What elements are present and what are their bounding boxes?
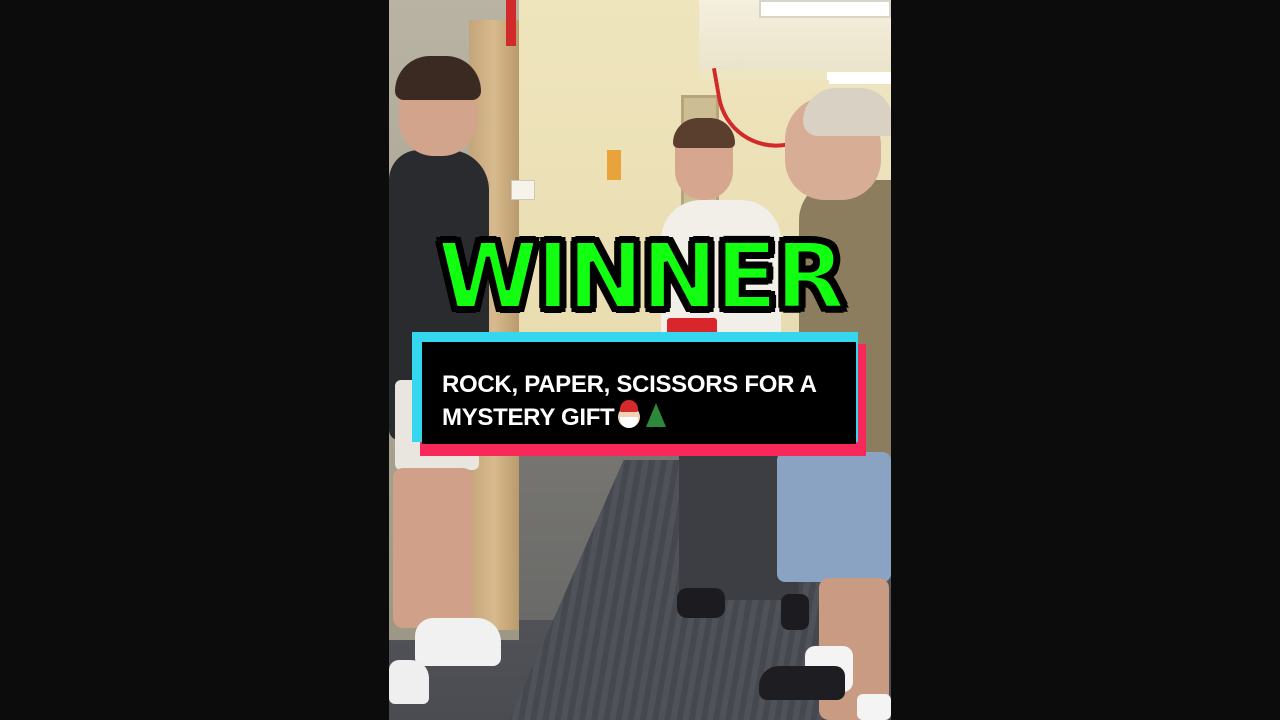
sock [857, 694, 891, 720]
person-left-legs [393, 468, 473, 628]
sock [781, 594, 809, 630]
ceiling-light [759, 0, 891, 18]
winner-headline: WINNER [435, 221, 847, 332]
caption-overlay: ROCK, PAPER, SCISSORS FOR A MYSTERY GIFT [412, 332, 866, 456]
ceiling-light [827, 72, 891, 84]
santa-icon [618, 400, 641, 428]
caption-box: ROCK, PAPER, SCISSORS FOR A MYSTERY GIFT [422, 342, 856, 444]
wall-poster [607, 150, 621, 180]
person-right-cap [803, 88, 891, 136]
sneaker [389, 660, 429, 704]
wall-sign [511, 180, 535, 200]
sock [677, 588, 725, 618]
video-player[interactable]: WINNER ROCK, PAPER, SCISSORS FOR A MYSTE… [0, 0, 1280, 720]
red-garland [506, 0, 516, 46]
caption-line-2: MYSTERY GIFT [442, 404, 615, 431]
caption-line-1: ROCK, PAPER, SCISSORS FOR A [442, 371, 817, 398]
christmas-tree-icon [646, 403, 667, 427]
caption-text: ROCK, PAPER, SCISSORS FOR A MYSTERY GIFT [442, 368, 838, 434]
sneaker [415, 618, 501, 666]
person-right-shorts [777, 452, 891, 582]
shoe [759, 666, 845, 700]
